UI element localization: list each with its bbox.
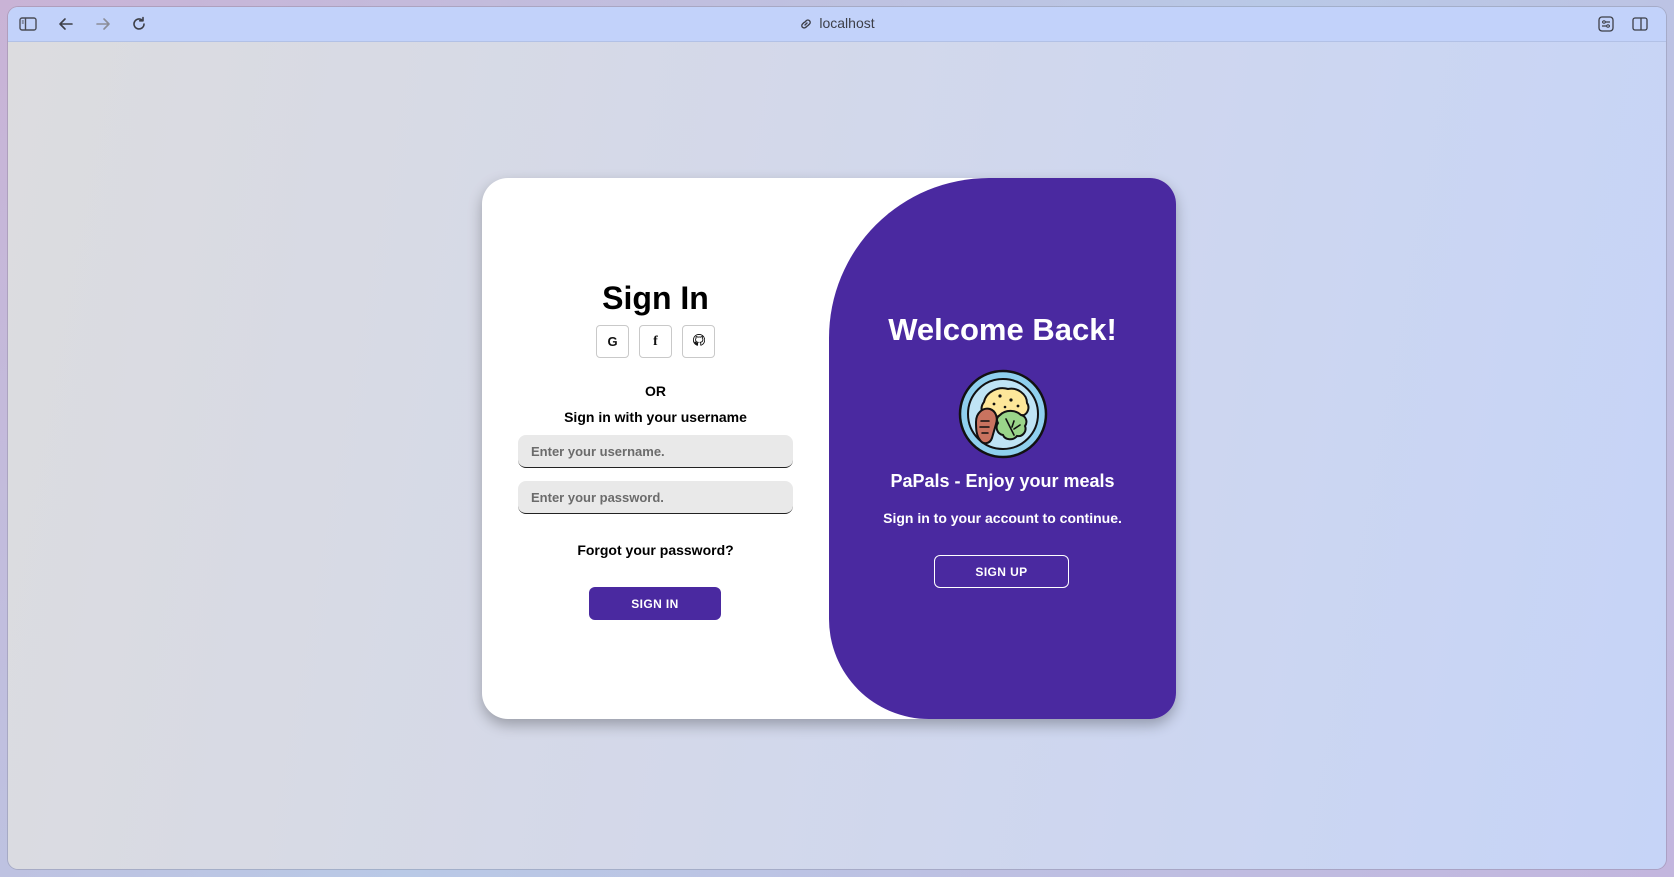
app-tagline: PaPals - Enjoy your meals [890, 471, 1115, 491]
meal-plate-icon [958, 369, 1048, 459]
split-view-icon[interactable] [1630, 14, 1650, 34]
or-divider: OR [645, 383, 666, 399]
welcome-subtitle: Sign in to your account to continue. [883, 510, 1122, 526]
username-input[interactable] [518, 435, 793, 468]
signin-button[interactable]: SIGN IN [589, 587, 721, 620]
browser-toolbar: localhost [8, 7, 1666, 42]
forgot-password-link[interactable]: Forgot your password? [482, 542, 829, 558]
signin-instruction: Sign in with your username [564, 409, 747, 425]
facebook-icon: f [653, 333, 658, 349]
github-login-button[interactable] [682, 325, 715, 358]
password-input[interactable] [518, 481, 793, 514]
google-login-button[interactable]: G [596, 325, 629, 358]
google-icon: G [607, 334, 618, 349]
address-bar[interactable]: localhost [8, 15, 1666, 34]
signup-button[interactable]: SIGN UP [934, 555, 1069, 588]
github-icon [692, 333, 705, 349]
welcome-panel: Welcome Back! PaPals - Enjoy your meals … [829, 178, 1176, 719]
signin-title: Sign In [602, 280, 709, 316]
extensions-icon[interactable] [1596, 14, 1616, 34]
auth-card: Sign In G f OR Sign in with your usernam… [482, 178, 1176, 719]
url-text: localhost [819, 15, 875, 31]
signin-panel: Sign In G f OR Sign in with your usernam… [482, 178, 829, 719]
facebook-login-button[interactable]: f [639, 325, 672, 358]
welcome-title: Welcome Back! [888, 312, 1117, 347]
social-login-group: G f [482, 325, 829, 358]
link-icon [799, 17, 813, 34]
